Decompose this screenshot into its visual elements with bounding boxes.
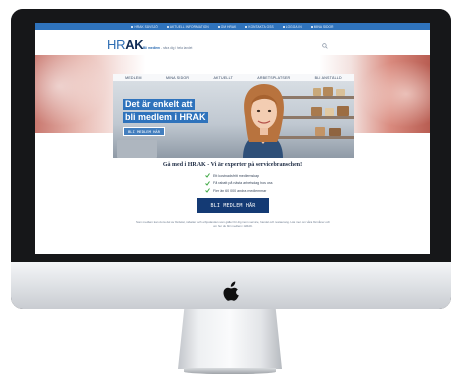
top-utility-bar: HRAK SÄVSJÖ AKTUELL INFORMATION OM HRAK … [35,23,430,30]
apple-logo-icon [223,281,239,301]
benefit-item: Fler än 60 000 andra medlemmar [205,187,335,195]
checkmark-icon [205,180,210,186]
topbar-link-2[interactable]: OM HRAK [217,25,237,29]
imac-stand [178,309,282,369]
nav-item-bli-anstalld[interactable]: BLI ANSTÄLLD [315,76,342,80]
logo-tagline: Bli medlem - nära dig i hela landet [143,46,192,50]
website-screen: HRAK SÄVSJÖ AKTUELL INFORMATION OM HRAK … [35,23,430,254]
search-icon[interactable] [322,43,328,49]
hero-banner: Det är enkelt att bli medlem i HRAK BLI … [113,82,354,158]
hero-join-button[interactable]: BLI MEDLEM HÄR [123,127,166,136]
benefit-text: Få rabatt på nästa arbetsdag hos oss [213,181,273,186]
topbar-link-0[interactable]: HRAK SÄVSJÖ [131,25,158,29]
logo-ak: AK [125,37,144,52]
hero-heading-line1: Det är enkelt att [123,99,195,110]
membership-footnote: Som medlem kan du ta del av fördelar, ra… [135,220,331,228]
benefit-text: Fler än 60 000 andra medlemmar [213,188,267,193]
benefit-item: Ett kostnadsfritt medlemskap [205,172,335,180]
nav-item-medlem[interactable]: MEDLEM [125,76,142,80]
hero-person-illustration [243,84,284,158]
nav-item-arbetsplatser[interactable]: ARBETSPLATSER [257,76,290,80]
page-headline: Gå med i HRAK - Vi är experter på servic… [162,162,303,168]
hero-heading: Det är enkelt att bli medlem i HRAK [123,99,208,125]
checkmark-icon [205,173,210,179]
benefits-list: Ett kostnadsfritt medlemskap Få rabatt p… [205,172,335,195]
hrak-logo[interactable]: HR AK [107,37,144,52]
imac-monitor: HRAK SÄVSJÖ AKTUELL INFORMATION OM HRAK … [11,9,451,309]
topbar-link-4[interactable]: LOGGA IN [282,25,302,29]
benefit-item: Få rabatt på nästa arbetsdag hos oss [205,180,335,188]
main-navigation: MEDLEM MINA SIDOR AKTUELLT ARBETSPLATSER… [113,74,354,82]
imac-stand-foot [184,368,276,374]
logo-tagline-bold: Bli medlem [143,46,161,50]
logo-hr: HR [107,37,126,52]
benefit-text: Ett kostnadsfritt medlemskap [213,173,260,178]
main-content: Gå med i HRAK - Vi är experter på servic… [35,158,430,254]
hero-heading-line2: bli medlem i HRAK [123,112,208,123]
nav-item-mina-sidor[interactable]: MINA SIDOR [166,76,189,80]
logo-tagline-rest: - nära dig i hela landet [160,46,193,50]
topbar-link-5[interactable]: MINA SIDOR [310,25,334,29]
topbar-link-1[interactable]: AKTUELL INFORMATION [166,25,209,29]
checkmark-icon [205,188,210,194]
topbar-link-3[interactable]: KONTAKTA OSS [245,25,274,29]
join-now-button[interactable]: BLI MEDLEM HÄR [197,198,269,213]
site-header: HR AK Bli medlem - nära dig i hela landet [35,30,430,55]
nav-item-aktuellt[interactable]: AKTUELLT [213,76,233,80]
